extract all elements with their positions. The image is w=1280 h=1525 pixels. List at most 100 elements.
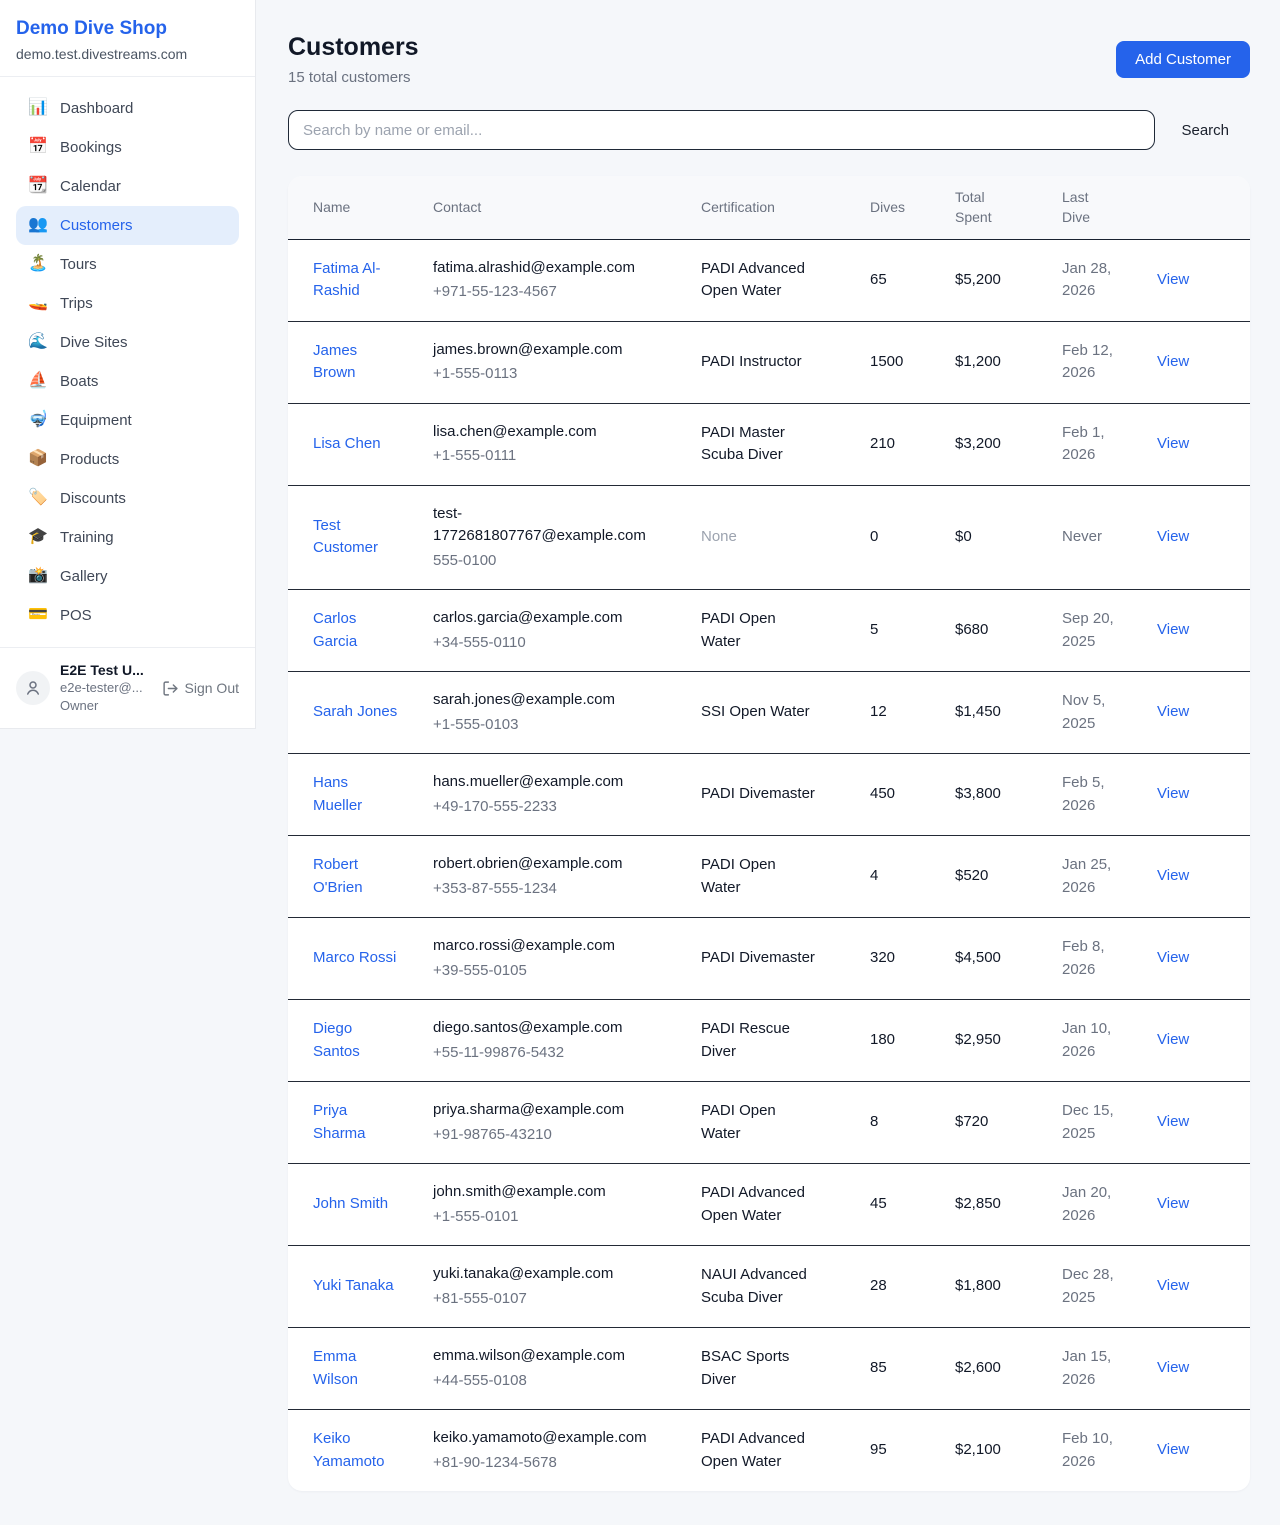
column-header-name: Name — [288, 176, 433, 239]
table-row: Lisa Chen lisa.chen@example.com +1-555-0… — [288, 403, 1250, 485]
view-link[interactable]: View — [1157, 271, 1189, 288]
dives-count: 12 — [870, 703, 887, 720]
certification: PADI Divemaster — [701, 949, 815, 966]
customer-name-link[interactable]: Hans Mueller — [313, 774, 362, 814]
total-spent: $1,200 — [955, 353, 1001, 370]
last-dive-date: Jan 28, 2026 — [1062, 260, 1111, 300]
sidebar-item-gallery[interactable]: 📸 Gallery — [16, 557, 239, 596]
sidebar-item-calendar[interactable]: 📆 Calendar — [16, 167, 239, 206]
customer-email: emma.wilson@example.com — [433, 1345, 651, 1368]
view-link[interactable]: View — [1157, 785, 1189, 802]
view-link[interactable]: View — [1157, 1359, 1189, 1376]
sidebar-item-discounts[interactable]: 🏷️ Discounts — [16, 479, 239, 518]
view-link[interactable]: View — [1157, 1277, 1189, 1294]
view-link[interactable]: View — [1157, 1195, 1189, 1212]
table-row: Sarah Jones sarah.jones@example.com +1-5… — [288, 672, 1250, 754]
table-header-row: Name Contact Certification Dives Total S… — [288, 176, 1250, 239]
calendar-icon: 📆 — [28, 178, 48, 194]
customer-name-link[interactable]: John Smith — [313, 1195, 388, 1212]
sidebar-item-training[interactable]: 🎓 Training — [16, 518, 239, 557]
sidebar-item-bookings[interactable]: 📅 Bookings — [16, 128, 239, 167]
customer-name-link[interactable]: Test Customer — [313, 517, 378, 557]
total-spent: $2,850 — [955, 1195, 1001, 1212]
last-dive-date: Dec 28, 2025 — [1062, 1266, 1114, 1306]
page-header-text: Customers 15 total customers — [288, 32, 419, 86]
customer-phone: +1-555-0101 — [433, 1206, 651, 1229]
search-row: Search — [288, 110, 1250, 150]
sidebar-nav: 📊 Dashboard 📅 Bookings 📆 Calendar 👥 Cust… — [0, 77, 255, 647]
avatar — [16, 671, 50, 705]
customer-name-link[interactable]: Robert O'Brien — [313, 856, 363, 896]
sidebar-item-dive-sites[interactable]: 🌊 Dive Sites — [16, 323, 239, 362]
customer-email: diego.santos@example.com — [433, 1017, 651, 1040]
sidebar-item-products[interactable]: 📦 Products — [16, 440, 239, 479]
sidebar-item-equipment[interactable]: 🤿 Equipment — [16, 401, 239, 440]
certification: SSI Open Water — [701, 703, 810, 720]
table-row: James Brown james.brown@example.com +1-5… — [288, 321, 1250, 403]
total-spent: $0 — [955, 528, 972, 545]
view-link[interactable]: View — [1157, 949, 1189, 966]
search-input[interactable] — [288, 110, 1155, 150]
customer-name-link[interactable]: Keiko Yamamoto — [313, 1430, 384, 1470]
dives-count: 450 — [870, 785, 895, 802]
customer-name-link[interactable]: Carlos Garcia — [313, 610, 357, 650]
customer-email: sarah.jones@example.com — [433, 689, 651, 712]
sign-out-label: Sign Out — [185, 680, 239, 696]
sign-out-icon — [162, 680, 179, 697]
dives-count: 65 — [870, 271, 887, 288]
last-dive-date: Never — [1062, 528, 1102, 545]
customer-name-link[interactable]: Emma Wilson — [313, 1348, 358, 1388]
customer-phone: +49-170-555-2233 — [433, 796, 651, 819]
certification: PADI Master Scuba Diver — [701, 424, 785, 464]
sidebar-item-dashboard[interactable]: 📊 Dashboard — [16, 89, 239, 128]
view-link[interactable]: View — [1157, 1441, 1189, 1458]
view-link[interactable]: View — [1157, 353, 1189, 370]
customer-name-link[interactable]: Diego Santos — [313, 1020, 360, 1060]
customer-name-link[interactable]: Priya Sharma — [313, 1102, 366, 1142]
certification: PADI Advanced Open Water — [701, 1430, 805, 1470]
customer-phone: +34-555-0110 — [433, 632, 651, 655]
add-customer-button[interactable]: Add Customer — [1116, 41, 1250, 78]
table-row: Marco Rossi marco.rossi@example.com +39-… — [288, 918, 1250, 1000]
customer-email: robert.obrien@example.com — [433, 853, 651, 876]
certification: PADI Divemaster — [701, 785, 815, 802]
sidebar-item-pos[interactable]: 💳 POS — [16, 596, 239, 635]
sidebar-item-customers[interactable]: 👥 Customers — [16, 206, 239, 245]
customer-name-link[interactable]: Yuki Tanaka — [313, 1277, 394, 1294]
customer-name-link[interactable]: Fatima Al-Rashid — [313, 260, 381, 300]
dives-count: 85 — [870, 1359, 887, 1376]
contact-cell: test-1772681807767@example.com 555-0100 — [433, 485, 701, 590]
view-link[interactable]: View — [1157, 435, 1189, 452]
user-icon — [24, 679, 42, 697]
column-header-certification: Certification — [701, 176, 870, 239]
sign-out-button[interactable]: Sign Out — [162, 680, 239, 697]
table-row: Fatima Al-Rashid fatima.alrashid@example… — [288, 239, 1250, 321]
view-link[interactable]: View — [1157, 703, 1189, 720]
total-spent: $1,800 — [955, 1277, 1001, 1294]
dives-count: 95 — [870, 1441, 887, 1458]
tours-icon: 🏝️ — [28, 256, 48, 272]
customer-phone: 555-0100 — [433, 550, 651, 573]
column-header-actions — [1157, 176, 1250, 239]
sidebar-item-trips[interactable]: 🚤 Trips — [16, 284, 239, 323]
last-dive-date: Jan 20, 2026 — [1062, 1184, 1111, 1224]
dashboard-icon: 📊 — [28, 100, 48, 116]
user-name: E2E Test U... — [60, 661, 144, 679]
view-link[interactable]: View — [1157, 867, 1189, 884]
customer-email: keiko.yamamoto@example.com — [433, 1427, 651, 1450]
contact-cell: sarah.jones@example.com +1-555-0103 — [433, 672, 701, 754]
sidebar-item-boats[interactable]: ⛵ Boats — [16, 362, 239, 401]
view-link[interactable]: View — [1157, 621, 1189, 638]
sidebar-item-tours[interactable]: 🏝️ Tours — [16, 245, 239, 284]
view-link[interactable]: View — [1157, 528, 1189, 545]
contact-cell: fatima.alrashid@example.com +971-55-123-… — [433, 239, 701, 321]
customer-name-link[interactable]: Sarah Jones — [313, 703, 397, 720]
customer-name-link[interactable]: Marco Rossi — [313, 949, 396, 966]
view-link[interactable]: View — [1157, 1031, 1189, 1048]
customer-name-link[interactable]: James Brown — [313, 342, 357, 382]
view-link[interactable]: View — [1157, 1113, 1189, 1130]
certification: PADI Open Water — [701, 610, 776, 650]
last-dive-date: Jan 10, 2026 — [1062, 1020, 1111, 1060]
search-button[interactable]: Search — [1155, 122, 1250, 139]
customer-name-link[interactable]: Lisa Chen — [313, 435, 381, 452]
